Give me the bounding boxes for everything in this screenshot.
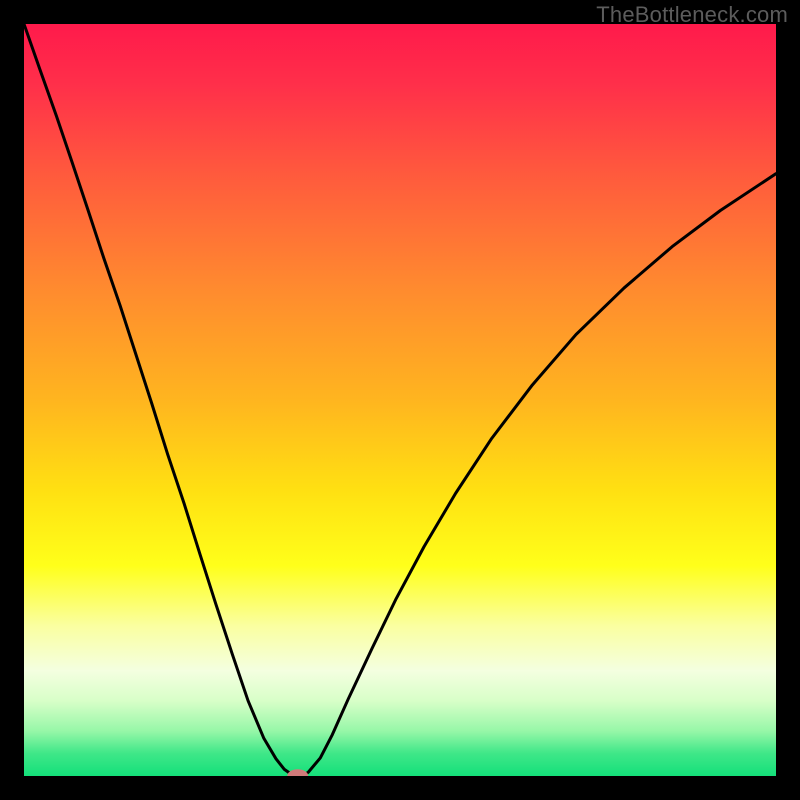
gradient-background [24,24,776,776]
chart-frame [24,24,776,776]
watermark-text: TheBottleneck.com [596,2,788,28]
bottleneck-chart [24,24,776,776]
